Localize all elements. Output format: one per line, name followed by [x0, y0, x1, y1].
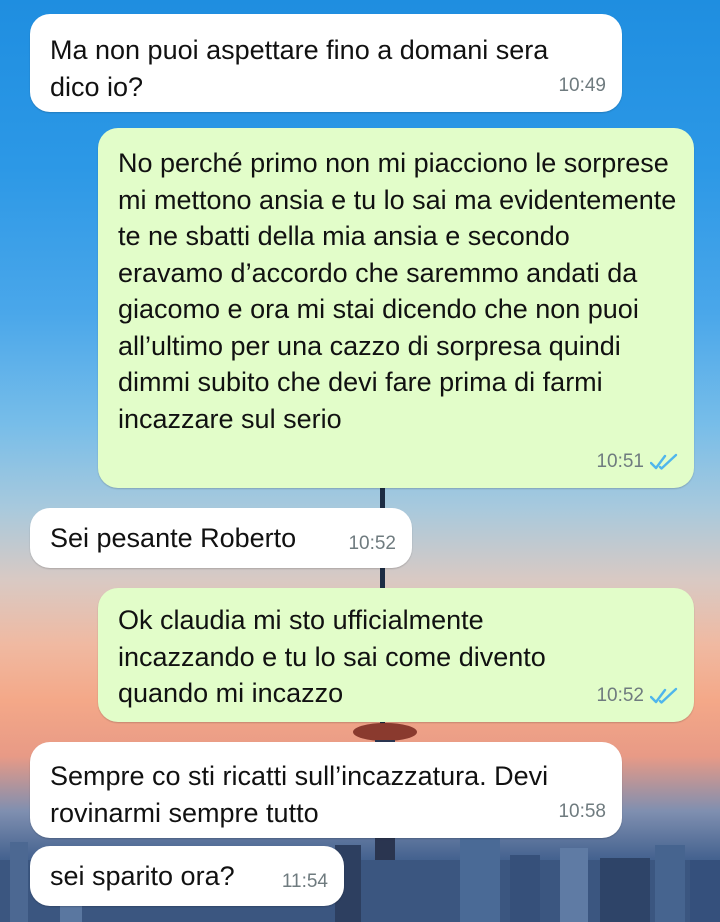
message-text: Sempre co sti ricatti sull’incazzatura. … [50, 761, 549, 828]
double-check-read-icon [650, 687, 678, 704]
message-time: 10:51 [596, 444, 678, 481]
message-bubble-outgoing[interactable]: Ok claudia mi sto ufficialmente incazzan… [98, 588, 694, 722]
message-time: 10:58 [558, 800, 606, 822]
message-text: Ma non puoi aspettare fino a domani sera… [50, 35, 549, 102]
message-bubble-incoming[interactable]: Sei pesante Roberto 10:52 [30, 508, 412, 568]
message-text: sei sparito ora? [50, 861, 235, 891]
message-time: 10:52 [348, 532, 396, 554]
double-check-read-icon [650, 453, 678, 470]
message-bubble-incoming[interactable]: Ma non puoi aspettare fino a domani sera… [30, 14, 622, 112]
message-time: 10:52 [596, 678, 678, 715]
message-bubble-outgoing[interactable]: No perché primo non mi piacciono le sorp… [98, 128, 694, 488]
message-text: Sei pesante Roberto [50, 523, 297, 553]
message-text: No perché primo non mi piacciono le sorp… [118, 148, 677, 434]
message-bubble-incoming[interactable]: sei sparito ora? 11:54 [30, 846, 344, 906]
message-bubble-incoming[interactable]: Sempre co sti ricatti sull’incazzatura. … [30, 742, 622, 838]
message-text: Ok claudia mi sto ufficialmente incazzan… [118, 605, 546, 708]
message-time: 10:49 [558, 74, 606, 96]
message-time: 11:54 [281, 870, 328, 892]
